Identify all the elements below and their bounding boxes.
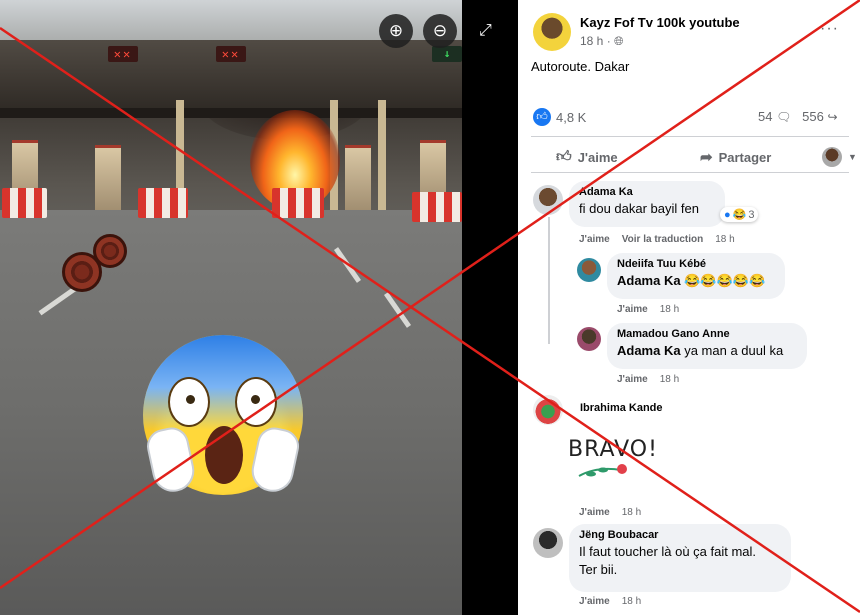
viewer-avatar xyxy=(822,147,842,167)
globe-icon: 🌐︎ xyxy=(614,34,624,48)
reaction-count: 4,8 K xyxy=(556,109,587,125)
toll-canopy-beam xyxy=(0,108,462,118)
divider xyxy=(531,136,849,137)
reaction-summary[interactable]: 👍︎ 4,8 K xyxy=(533,108,586,126)
toll-barrier xyxy=(2,188,47,218)
comment-like-link[interactable]: J'aime xyxy=(617,304,648,315)
screenshot-frame: ✕✕ ✕✕ ↓ ⊕ ⊖ ⤢ Kayz Fof Tv 100k youtube 1… xyxy=(0,0,860,615)
post-author[interactable]: Kayz Fof Tv 100k youtube xyxy=(580,15,740,30)
like-reaction-icon: 👍︎ xyxy=(533,108,551,126)
caret-down-icon: ▼ xyxy=(848,152,857,162)
haha-reaction-icon: 😂 xyxy=(732,209,747,221)
comment-time[interactable]: 18 h xyxy=(622,596,641,607)
comment-bubble: Adama Ka fi dou dakar bayil fen xyxy=(569,181,725,227)
engagement-counts: 54 🗨︎ 556 ↪︎ xyxy=(758,109,838,124)
video-player[interactable]: ✕✕ ✕✕ ↓ ⊕ ⊖ xyxy=(0,0,462,615)
comment-time[interactable]: 18 h xyxy=(622,507,641,518)
flower-sticker-decoration xyxy=(578,464,627,477)
comment-author[interactable]: Jëng Boubacar xyxy=(579,529,781,541)
comment-mention[interactable]: Adama Ka xyxy=(617,343,681,358)
comment-like-link[interactable]: J'aime xyxy=(579,507,610,518)
comment-like-link[interactable]: J'aime xyxy=(579,234,610,245)
expand-icon[interactable]: ⤢ xyxy=(479,22,492,40)
divider xyxy=(531,172,849,173)
comment-text: Adama Ka 😂😂😂😂😂 xyxy=(617,272,775,289)
toll-sign-green: ↓ xyxy=(432,46,462,62)
comment-reactions[interactable]: ● 😂 3 xyxy=(720,207,759,222)
like-button-label: J'aime xyxy=(577,149,618,165)
comment-bubble: Ndeiifa Tuu Kébé Adama Ka 😂😂😂😂😂 xyxy=(607,253,785,299)
comment-icon: 🗨︎ xyxy=(776,110,792,124)
toll-barrier xyxy=(138,188,188,218)
comment-time[interactable]: 18 h xyxy=(660,304,679,315)
reply-thread-line xyxy=(548,217,550,344)
emoji-eye xyxy=(235,377,277,427)
like-button[interactable]: 👍︎ J'aime xyxy=(556,148,618,166)
commenter-avatar[interactable] xyxy=(533,528,563,558)
toll-barrier xyxy=(272,188,324,218)
comment-reaction-count: 3 xyxy=(748,208,755,221)
comment-mention[interactable]: Adama Ka xyxy=(617,273,681,288)
toll-sign-right: ✕✕ xyxy=(216,46,246,62)
comment-bubble: Jëng Boubacar Il faut toucher là où ça f… xyxy=(569,524,791,592)
comment-text: Adama Ka ya man a duul ka xyxy=(617,342,797,359)
rolling-barrel xyxy=(62,252,102,292)
comment-author[interactable]: Mamadou Gano Anne xyxy=(617,328,797,340)
toll-booth xyxy=(345,145,371,215)
comment-body: 😂😂😂😂😂 xyxy=(684,273,766,288)
toll-pillar xyxy=(378,100,386,210)
share-arrow-icon: ➦ xyxy=(700,149,713,166)
comment-actions: J'aime 18 h xyxy=(617,374,679,385)
comment-like-link[interactable]: J'aime xyxy=(617,374,648,385)
comment-author[interactable]: Ndeiifa Tuu Kébé xyxy=(617,258,775,270)
more-options-icon[interactable]: ··· xyxy=(820,20,839,38)
comment-body: ya man a duul ka xyxy=(684,343,784,358)
comment-bubble: Mamadou Gano Anne Adama Ka ya man a duul… xyxy=(607,323,807,369)
commenter-avatar[interactable] xyxy=(577,327,601,351)
thumbs-up-icon: 👍︎ xyxy=(556,148,572,165)
commenter-avatar[interactable] xyxy=(533,185,563,215)
comment-author[interactable]: Adama Ka xyxy=(579,186,715,198)
post-meta: 18 h · 🌐︎ xyxy=(580,34,624,49)
comment-actions: J'aime 18 h xyxy=(579,507,641,518)
share-button-label: Partager xyxy=(718,149,772,165)
toll-barrier xyxy=(412,192,462,222)
commenter-avatar[interactable] xyxy=(533,395,563,425)
comment-actions: J'aime 18 h xyxy=(617,304,679,315)
comment-like-link[interactable]: J'aime xyxy=(579,596,610,607)
share-count-icon: ↪︎ xyxy=(827,110,838,124)
zoom-in-icon[interactable]: ⊕ xyxy=(379,14,413,48)
comments-count[interactable]: 54 xyxy=(758,109,772,124)
post-text: Autoroute. Dakar xyxy=(531,59,630,74)
comment-actions: J'aime Voir la traduction 18 h xyxy=(579,234,735,245)
share-button[interactable]: ➦ Partager xyxy=(700,148,771,166)
comment-time[interactable]: 18 h xyxy=(715,234,734,245)
like-reaction-icon: ● xyxy=(724,208,731,221)
toll-sign-left: ✕✕ xyxy=(108,46,138,62)
comment-actions: J'aime 18 h xyxy=(579,596,641,607)
emoji-mouth xyxy=(205,426,243,484)
emoji-eye xyxy=(168,377,210,427)
comment-time[interactable]: 18 h xyxy=(660,374,679,385)
translate-link[interactable]: Voir la traduction xyxy=(622,234,704,245)
commenter-avatar[interactable] xyxy=(577,258,601,282)
audience-selector[interactable]: ▼ xyxy=(822,147,857,167)
comment-text-line: Ter bii. xyxy=(579,562,618,577)
toll-booth xyxy=(95,145,121,215)
post-panel xyxy=(518,0,860,615)
comment-author[interactable]: Ibrahima Kande xyxy=(580,402,663,414)
shares-count[interactable]: 556 xyxy=(802,109,824,124)
author-avatar[interactable] xyxy=(533,13,571,51)
comment-text: fi dou dakar bayil fen xyxy=(579,201,699,216)
bravo-sticker[interactable]: BRAVO! xyxy=(568,437,658,462)
zoom-out-icon[interactable]: ⊖ xyxy=(423,14,457,48)
comment-text-line: Il faut toucher là où ça fait mal. xyxy=(579,544,757,559)
post-time[interactable]: 18 h · xyxy=(580,34,611,48)
